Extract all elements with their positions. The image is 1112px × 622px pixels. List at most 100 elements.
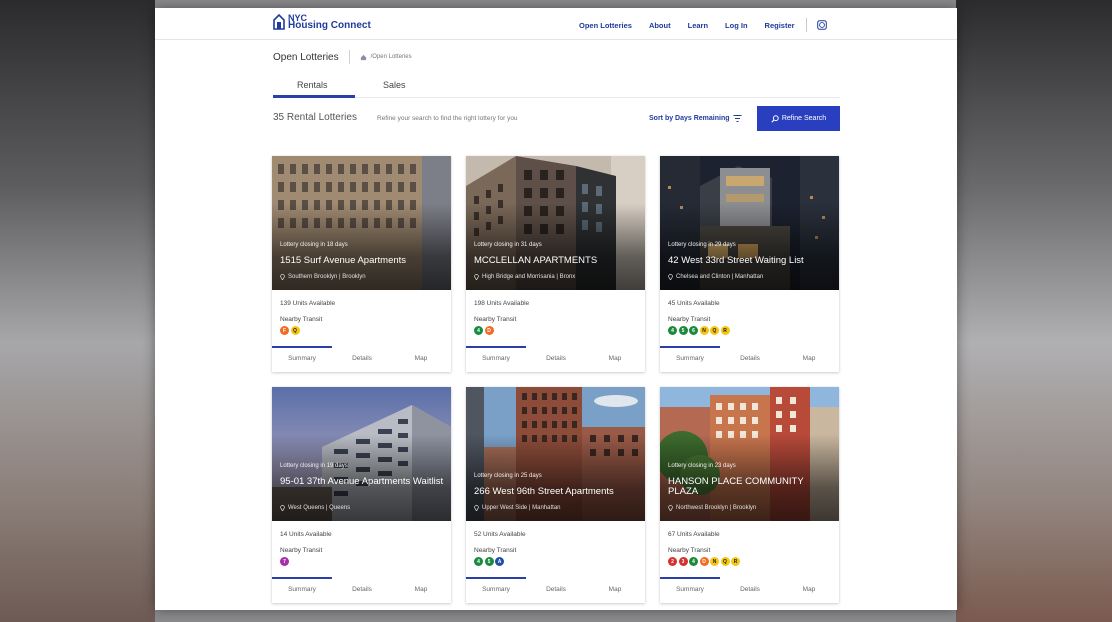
card-tab-details[interactable]: Details bbox=[332, 355, 392, 362]
property-name[interactable]: 42 West 33rd Street Waiting List bbox=[668, 256, 833, 266]
nearby-transit-label: Nearby Transit bbox=[474, 316, 517, 323]
building-icon bbox=[273, 14, 285, 30]
tab-rentals[interactable]: Rentals bbox=[297, 80, 328, 90]
lottery-card[interactable]: Lottery closing in 19 days 95-01 37th Av… bbox=[272, 387, 451, 603]
image-gradient-overlay bbox=[660, 387, 839, 521]
background-blur-right bbox=[956, 0, 1112, 622]
transit-line-badge: 5 bbox=[678, 326, 688, 335]
tab-sales[interactable]: Sales bbox=[383, 80, 406, 90]
transit-line-badge: 7 bbox=[280, 557, 289, 566]
nav-learn[interactable]: Learn bbox=[688, 21, 708, 30]
property-name[interactable]: 95-01 37th Avenue Apartments Waitlist bbox=[280, 477, 445, 487]
building-photo bbox=[660, 387, 839, 521]
card-tab-summary[interactable]: Summary bbox=[660, 586, 720, 593]
nearby-transit-label: Nearby Transit bbox=[280, 547, 323, 554]
location-text: Chelsea and Clinton | Manhattan bbox=[676, 274, 764, 280]
location-pin-icon bbox=[280, 274, 285, 280]
lottery-card[interactable]: Lottery closing in 18 days 1515 Surf Ave… bbox=[272, 156, 451, 372]
card-tab-details[interactable]: Details bbox=[720, 586, 780, 593]
units-available: 14 Units Available bbox=[280, 531, 332, 538]
location-pin-icon bbox=[668, 505, 673, 511]
card-tab-map[interactable]: Map bbox=[779, 586, 839, 593]
page-title: Open Lotteries bbox=[273, 51, 339, 63]
location-text: Upper West Side | Manhattan bbox=[482, 505, 561, 511]
transit-line-badge: 4 bbox=[668, 326, 677, 335]
units-available: 52 Units Available bbox=[474, 531, 526, 538]
card-tab-map[interactable]: Map bbox=[585, 586, 645, 593]
background-blur-left bbox=[0, 0, 155, 622]
main-nav: Open Lotteries About Learn Log In Regist… bbox=[579, 18, 827, 32]
active-tab-indicator bbox=[273, 95, 355, 98]
nav-log-in[interactable]: Log In bbox=[725, 21, 748, 30]
card-tab-summary[interactable]: Summary bbox=[466, 355, 526, 362]
transit-line-badge: 3 bbox=[678, 557, 688, 566]
card-tab-summary[interactable]: Summary bbox=[272, 355, 332, 362]
card-tab-map[interactable]: Map bbox=[391, 586, 451, 593]
card-tab-summary[interactable]: Summary bbox=[466, 586, 526, 593]
property-name[interactable]: 1515 Surf Avenue Apartments bbox=[280, 256, 445, 266]
location-pin-icon bbox=[474, 505, 479, 511]
transit-line-badge: Q bbox=[710, 326, 719, 335]
card-tab-details[interactable]: Details bbox=[526, 355, 586, 362]
lottery-card[interactable]: Lottery closing in 29 days 42 West 33rd … bbox=[660, 156, 839, 372]
sort-dropdown[interactable]: Sort by Days Remaining bbox=[649, 115, 742, 122]
building-photo bbox=[272, 387, 451, 521]
property-name[interactable]: 266 West 96th Street Apartments bbox=[474, 487, 639, 497]
breadcrumb-home[interactable]: /Open Lotteries bbox=[360, 54, 412, 61]
transit-line-badge: Q bbox=[290, 326, 300, 335]
property-location: Upper West Side | Manhattan bbox=[474, 505, 561, 511]
results-hint: Refine your search to find the right lot… bbox=[377, 115, 518, 122]
nav-about[interactable]: About bbox=[649, 21, 671, 30]
sort-label: Sort by Days Remaining bbox=[649, 115, 730, 122]
nav-open-lotteries[interactable]: Open Lotteries bbox=[579, 21, 632, 30]
card-tab-details[interactable]: Details bbox=[332, 586, 392, 593]
property-name[interactable]: HANSON PLACE COMMUNITY PLAZA bbox=[668, 477, 833, 497]
logo-line-2: Housing Connect bbox=[288, 20, 371, 31]
card-active-tab-indicator bbox=[660, 577, 720, 579]
listing-type-tabs: Rentals Sales bbox=[273, 78, 840, 98]
property-location: Southern Brooklyn | Brooklyn bbox=[280, 274, 366, 280]
building-photo bbox=[660, 156, 839, 290]
lottery-card[interactable]: Lottery closing in 23 days HANSON PLACE … bbox=[660, 387, 839, 603]
card-active-tab-indicator bbox=[466, 577, 526, 579]
property-location: West Queens | Queens bbox=[280, 505, 350, 511]
nyc-housing-connect-logo[interactable]: NYC Housing Connect bbox=[273, 14, 371, 31]
property-location: High Bridge and Morrisania | Bronx bbox=[474, 274, 575, 280]
transit-line-badge: N bbox=[710, 557, 719, 566]
breadcrumb-divider bbox=[348, 50, 350, 64]
card-tab-details[interactable]: Details bbox=[720, 355, 780, 362]
refine-search-button[interactable]: Refine Search bbox=[757, 106, 840, 131]
property-name[interactable]: MCCLELLAN APARTMENTS bbox=[474, 256, 639, 266]
units-available: 45 Units Available bbox=[668, 300, 720, 307]
location-text: High Bridge and Morrisania | Bronx bbox=[482, 274, 576, 280]
nearby-transit-label: Nearby Transit bbox=[668, 316, 711, 323]
card-tab-map[interactable]: Map bbox=[585, 355, 645, 362]
property-location: Northwest Brooklyn | Brooklyn bbox=[668, 505, 756, 511]
card-tab-summary[interactable]: Summary bbox=[660, 355, 720, 362]
language-icon[interactable] bbox=[816, 20, 827, 30]
image-gradient-overlay bbox=[272, 156, 451, 290]
nearby-transit-label: Nearby Transit bbox=[280, 316, 323, 323]
lottery-card[interactable]: Lottery closing in 25 days 266 West 96th… bbox=[466, 387, 645, 603]
transit-lines: 234DNQR bbox=[668, 557, 742, 566]
closing-countdown: Lottery closing in 25 days bbox=[474, 473, 542, 479]
lottery-card[interactable]: Lottery closing in 31 days MCCLELLAN APA… bbox=[466, 156, 645, 372]
transit-line-badge: 6 bbox=[689, 326, 698, 335]
closing-countdown: Lottery closing in 19 days bbox=[280, 463, 348, 469]
card-tab-map[interactable]: Map bbox=[391, 355, 451, 362]
image-gradient-overlay bbox=[660, 156, 839, 290]
nav-register[interactable]: Register bbox=[765, 21, 795, 30]
breadcrumb-current: /Open Lotteries bbox=[370, 54, 412, 60]
units-available: 139 Units Available bbox=[280, 300, 336, 307]
transit-line-badge: A bbox=[495, 557, 504, 566]
card-active-tab-indicator bbox=[466, 346, 526, 348]
transit-lines: 456NQR bbox=[668, 326, 731, 335]
home-icon bbox=[360, 54, 366, 60]
card-tabs: Summary Details Map bbox=[272, 577, 451, 603]
transit-line-badge: 4 bbox=[689, 557, 698, 566]
image-gradient-overlay bbox=[272, 387, 451, 521]
card-tab-summary[interactable]: Summary bbox=[272, 586, 332, 593]
card-tab-details[interactable]: Details bbox=[526, 586, 586, 593]
transit-lines: FQ bbox=[280, 326, 301, 335]
card-tab-map[interactable]: Map bbox=[779, 355, 839, 362]
